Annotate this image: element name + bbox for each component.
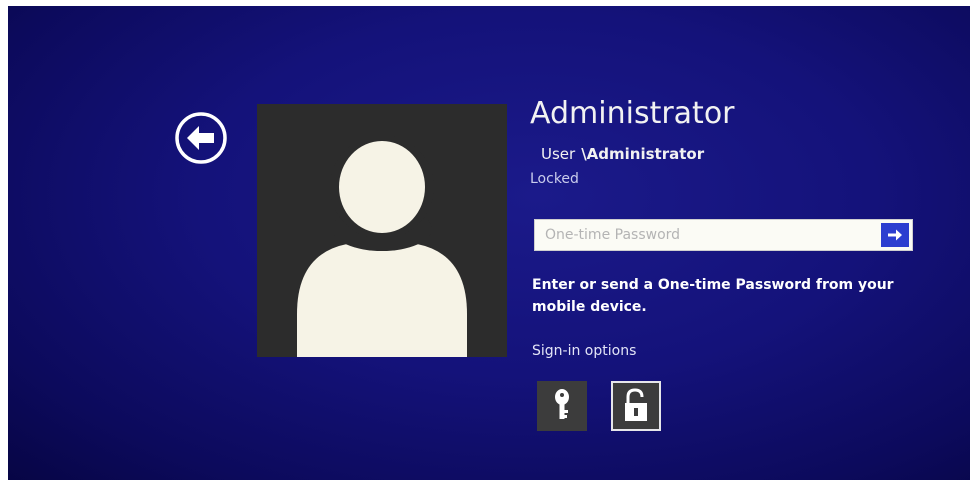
arrow-right-icon: [888, 229, 902, 241]
key-icon: [555, 389, 569, 419]
padlock-icon: [625, 388, 647, 421]
user-display-name: Administrator: [530, 96, 735, 131]
lock-status: Locked: [530, 171, 579, 187]
back-arrow-icon: [175, 112, 227, 164]
submit-button[interactable]: [881, 223, 909, 247]
otp-sign-in-option[interactable]: [611, 381, 661, 431]
sign-in-options-link[interactable]: Sign-in options: [532, 343, 636, 359]
user-silhouette-icon: [297, 135, 467, 357]
password-field: [534, 219, 913, 251]
otp-instructions: Enter or send a One-time Password from y…: [532, 277, 894, 315]
avatar: [257, 104, 507, 357]
back-button[interactable]: [173, 110, 229, 166]
lock-screen: Administrator User \Administrator Locked …: [8, 6, 970, 480]
one-time-password-input[interactable]: [535, 220, 895, 250]
account-id: \Administrator: [581, 145, 705, 163]
account-name: User \Administrator: [541, 145, 704, 163]
account-prefix: User: [541, 145, 576, 163]
key-sign-in-option[interactable]: [537, 381, 587, 431]
